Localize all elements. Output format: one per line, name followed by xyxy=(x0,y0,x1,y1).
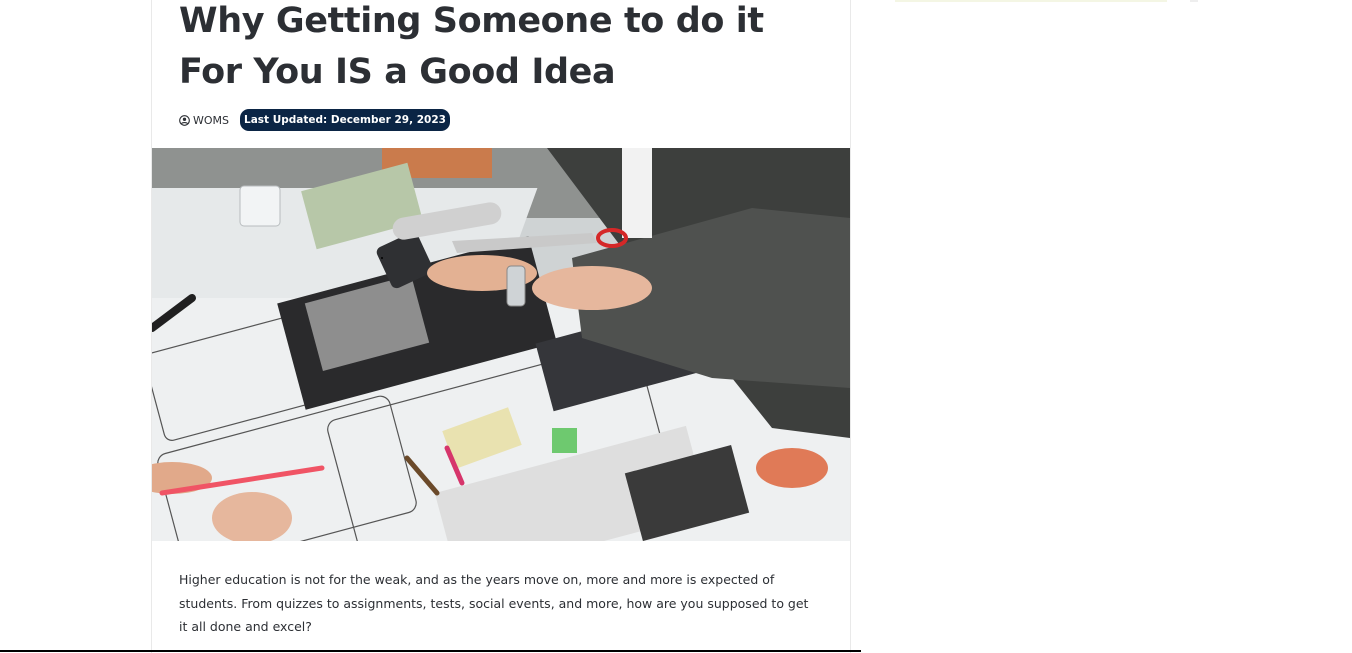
author-name: WOMS xyxy=(193,113,230,127)
last-updated-badge: Last Updated: December 29, 2023 xyxy=(240,109,450,131)
user-circle-icon xyxy=(179,114,190,126)
featured-image xyxy=(152,148,850,541)
sidebar-widget-edge xyxy=(895,0,1167,2)
post-meta: WOMS Last Updated: December 29, 2023 xyxy=(179,109,450,131)
author-link[interactable]: WOMS xyxy=(179,114,229,127)
article-intro: Higher education is not for the weak, an… xyxy=(179,572,809,634)
article-card: Why Getting Someone to do it For You IS … xyxy=(151,0,851,653)
page-divider xyxy=(0,650,861,652)
article-title: Why Getting Someone to do it For You IS … xyxy=(179,1,764,92)
sidebar-divider xyxy=(1190,0,1198,2)
